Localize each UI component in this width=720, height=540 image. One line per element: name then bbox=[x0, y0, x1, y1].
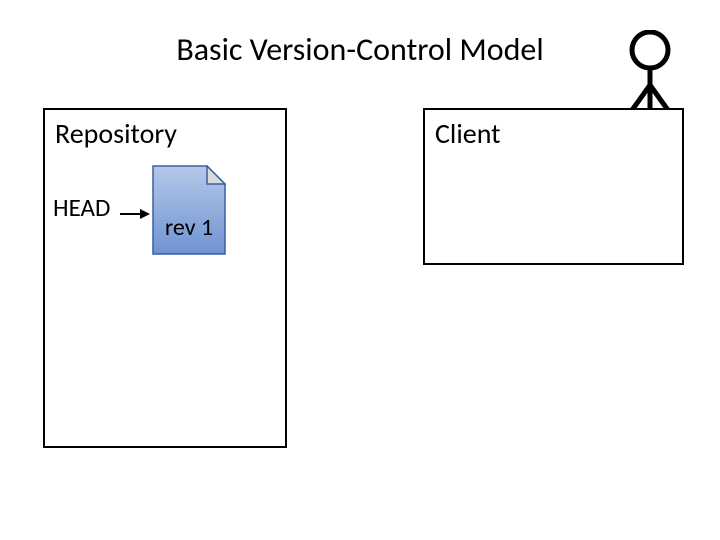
repository-label: Repository bbox=[55, 116, 177, 151]
diagram-title: Basic Version-Control Model bbox=[0, 30, 720, 69]
diagram-stage: Basic Version-Control Model Repository H… bbox=[0, 0, 720, 540]
head-label: HEAD bbox=[53, 192, 110, 223]
client-label: Client bbox=[435, 116, 501, 151]
head-arrow-icon bbox=[120, 206, 150, 225]
repository-box: Repository HEAD rev 1 bbox=[43, 108, 287, 448]
revision-label: rev 1 bbox=[152, 213, 226, 242]
revision-document-icon: rev 1 bbox=[152, 165, 226, 255]
client-box: Client bbox=[423, 108, 684, 265]
